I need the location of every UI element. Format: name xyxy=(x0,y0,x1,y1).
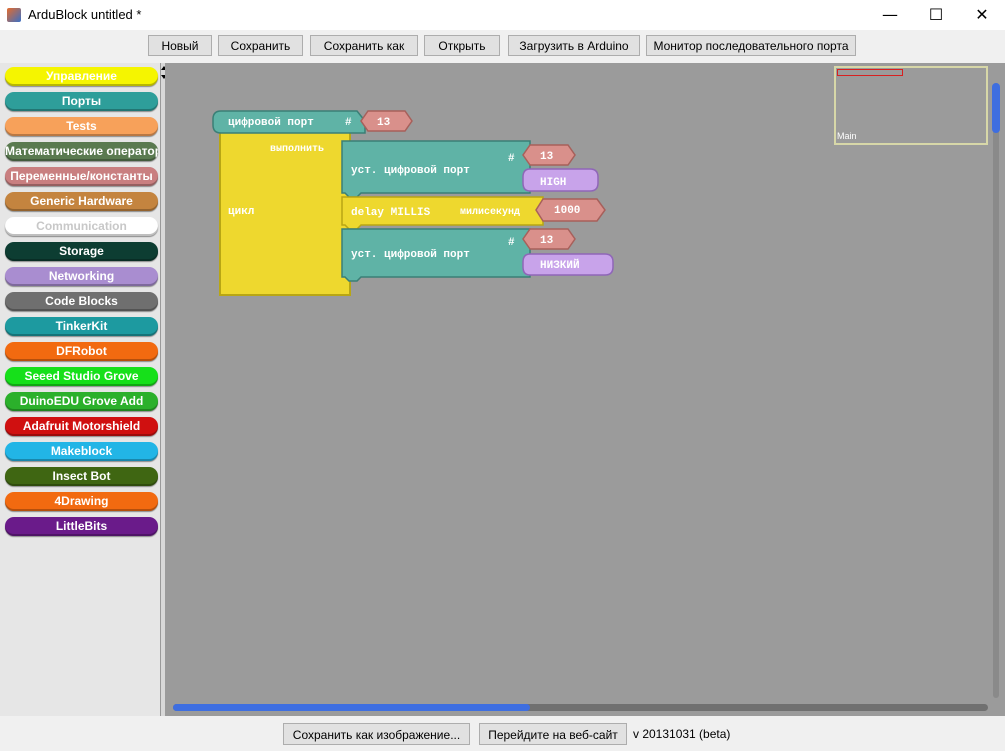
maximize-button[interactable]: ☐ xyxy=(913,0,959,30)
save-as-image-button[interactable]: Сохранить как изображение... xyxy=(283,723,470,745)
workspace-canvas[interactable]: цифровой порт # 13 цикл выполнить уст. ц… xyxy=(165,63,1005,716)
minimap-label: Main xyxy=(837,131,857,141)
palette-category[interactable]: DuinoEDU Grove Add xyxy=(5,392,158,411)
minimap-viewport[interactable] xyxy=(837,69,903,76)
palette-category[interactable]: Generic Hardware xyxy=(5,192,158,211)
toolbar: Новый Сохранить Сохранить как Открыть За… xyxy=(0,31,1005,61)
palette-category[interactable]: LittleBits xyxy=(5,517,158,536)
horizontal-scrollbar-thumb[interactable] xyxy=(173,704,530,711)
new-button[interactable]: Новый xyxy=(148,35,212,56)
delay-label: delay MILLIS xyxy=(351,207,431,219)
window-title: ArduBlock untitled * xyxy=(28,7,142,22)
set-pin-2-pin: 13 xyxy=(540,235,554,247)
palette-category[interactable]: Communication xyxy=(5,217,158,236)
set-pin-1-pin: 13 xyxy=(540,151,554,163)
upload-to-arduino-button[interactable]: Загрузить в Arduino xyxy=(508,35,640,56)
palette-category[interactable]: Tests xyxy=(5,117,158,136)
set-pin-2-hash: # xyxy=(508,237,515,249)
set-pin-1-state-text: HIGH xyxy=(540,177,567,189)
vertical-scrollbar-track[interactable] xyxy=(993,83,999,698)
palette-category[interactable]: Seeed Studio Grove xyxy=(5,367,158,386)
loop-do-label: выполнить xyxy=(270,144,325,155)
workspace-minimap[interactable]: Main xyxy=(834,66,988,145)
var-block-label: цифровой порт xyxy=(228,117,314,129)
palette-category[interactable]: Переменные/константы xyxy=(5,167,158,186)
minimize-button[interactable]: — xyxy=(867,0,913,30)
delay-unit: милисекунд xyxy=(460,207,521,218)
palette-category[interactable]: TinkerKit xyxy=(5,317,158,336)
set-pin-1-label: уст. цифровой порт xyxy=(351,165,470,177)
palette-category[interactable]: Adafruit Motorshield xyxy=(5,417,158,436)
java-app-icon xyxy=(7,8,21,22)
palette-category[interactable]: Математические операторы xyxy=(5,142,158,161)
vertical-scrollbar-thumb[interactable] xyxy=(992,83,1000,133)
block-palette: Управление Порты Tests Математические опера… xyxy=(0,63,161,716)
var-block-hash: # xyxy=(345,117,352,129)
title-bar: ArduBlock untitled * — ☐ ✕ xyxy=(0,0,1005,30)
blocks-svg xyxy=(212,110,614,296)
open-button[interactable]: Открыть xyxy=(424,35,500,56)
serial-monitor-button[interactable]: Монитор последовательного порта xyxy=(646,35,856,56)
palette-category[interactable]: Code Blocks xyxy=(5,292,158,311)
save-button[interactable]: Сохранить xyxy=(218,35,303,56)
palette-category[interactable]: Makeblock xyxy=(5,442,158,461)
delay-value-text: 1000 xyxy=(554,205,581,217)
palette-category[interactable]: Networking xyxy=(5,267,158,286)
bottom-bar: Сохранить как изображение... Перейдите н… xyxy=(0,716,1005,751)
set-pin-2-state-text: НИЗКИЙ xyxy=(540,260,580,272)
go-to-website-button[interactable]: Перейдите на веб-сайт xyxy=(479,723,627,745)
palette-category[interactable]: 4Drawing xyxy=(5,492,158,511)
set-pin-2-label: уст. цифровой порт xyxy=(351,249,470,261)
save-as-button[interactable]: Сохранить как xyxy=(310,35,418,56)
version-label: v 20131031 (beta) xyxy=(633,727,731,741)
palette-category[interactable]: Insect Bot xyxy=(5,467,158,486)
close-button[interactable]: ✕ xyxy=(959,0,1005,30)
loop-label: цикл xyxy=(228,206,255,218)
palette-category[interactable]: Порты xyxy=(5,92,158,111)
palette-category[interactable]: DFRobot xyxy=(5,342,158,361)
set-pin-1-hash: # xyxy=(508,153,515,165)
palette-category[interactable]: Управление xyxy=(5,67,158,86)
palette-category[interactable]: Storage xyxy=(5,242,158,261)
var-block-value: 13 xyxy=(377,117,391,129)
